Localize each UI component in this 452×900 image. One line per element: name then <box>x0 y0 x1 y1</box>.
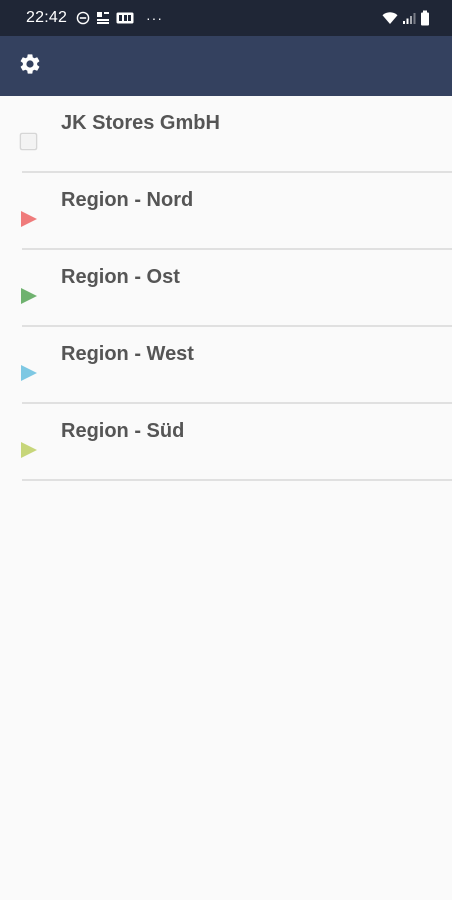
data-saver-icon <box>96 11 110 25</box>
checkbox-icon[interactable] <box>19 132 39 152</box>
gear-icon <box>18 52 42 81</box>
list-item-region-sued[interactable]: Region - Süd <box>0 404 452 481</box>
list-item-label: Region - Ost <box>61 266 180 288</box>
app-screen: 22:42 ··· JK Stores GmbH Region - Nord R… <box>0 0 452 900</box>
status-time: 22:42 <box>26 9 68 26</box>
status-icons-left: ··· <box>76 10 163 26</box>
app-bar <box>0 36 452 96</box>
signal-icon <box>402 11 416 25</box>
region-list: JK Stores GmbH Region - Nord Region - Os… <box>0 96 452 481</box>
expand-triangle-icon[interactable] <box>19 363 39 383</box>
list-item-region-ost[interactable]: Region - Ost <box>0 250 452 327</box>
status-icons-right <box>382 10 430 26</box>
hd-icon <box>116 12 134 24</box>
list-item-region-west[interactable]: Region - West <box>0 327 452 404</box>
status-bar: 22:42 ··· <box>0 0 452 36</box>
more-notifications-icon: ··· <box>146 10 163 26</box>
list-item-label: Region - Süd <box>61 420 185 442</box>
battery-icon <box>420 10 430 26</box>
wifi-icon <box>382 11 398 25</box>
list-item-jk-stores[interactable]: JK Stores GmbH <box>0 96 452 173</box>
expand-triangle-icon[interactable] <box>19 209 39 229</box>
dnd-icon <box>76 11 90 25</box>
list-item-label: Region - West <box>61 343 194 365</box>
expand-triangle-icon[interactable] <box>19 286 39 306</box>
expand-triangle-icon[interactable] <box>19 440 39 460</box>
settings-button[interactable] <box>14 50 46 82</box>
list-item-region-nord[interactable]: Region - Nord <box>0 173 452 250</box>
list-item-label: JK Stores GmbH <box>61 112 220 134</box>
divider <box>22 479 452 481</box>
list-item-label: Region - Nord <box>61 189 194 211</box>
